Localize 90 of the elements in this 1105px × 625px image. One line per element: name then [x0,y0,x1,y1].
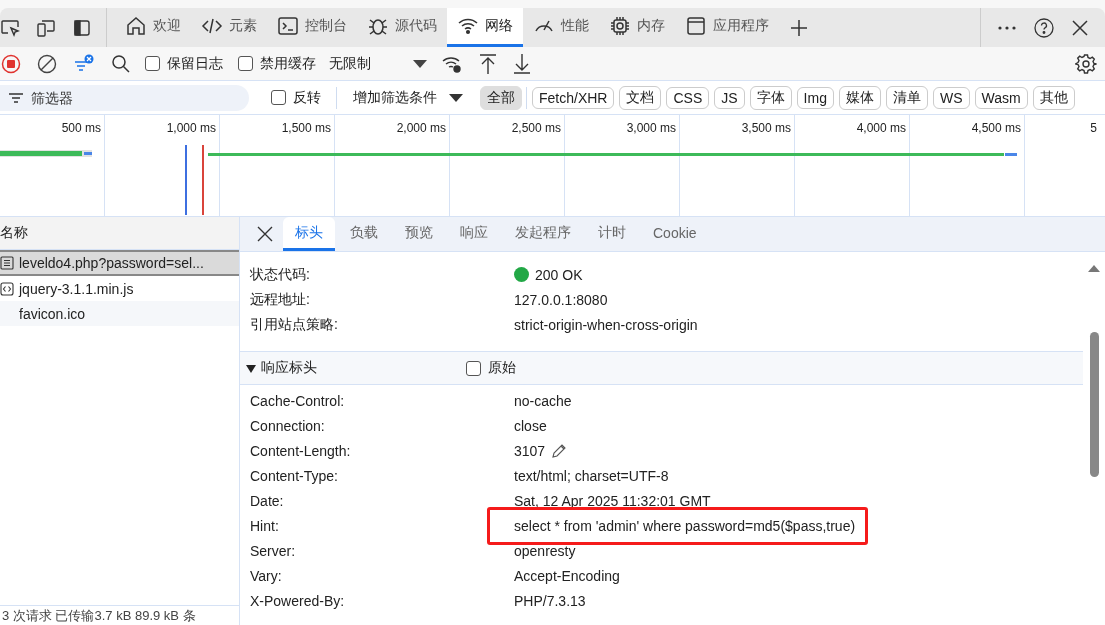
type-filter-chip[interactable]: Img [796,86,834,109]
timeline-tick-label: 3,500 ms [741,121,791,135]
section-toggle[interactable]: 响应标头 [246,359,466,377]
panel-tab[interactable]: 网络 [447,8,523,47]
header-name: Content-Length: [250,442,352,459]
header-name: Content-Type: [250,467,339,484]
panel-tab[interactable]: 源代码 [357,8,447,47]
type-filter-chip[interactable]: 全部 [480,85,522,110]
timeline-tick-label: 3,000 ms [626,121,676,135]
name-column-header[interactable]: 名称 [0,217,239,250]
type-filter-chip[interactable]: 字体 [749,85,792,110]
script-icon [0,281,14,296]
header-value: strict-origin-when-cross-origin [514,316,698,333]
header-value: Accept-Encoding [514,567,620,584]
type-filter-chip[interactable]: JS [714,86,745,109]
header-value: 3107 [514,442,546,459]
detail-tab[interactable]: 标头 [283,217,335,251]
header-name: 引用站点策略: [250,315,339,334]
header-name: Vary: [250,567,283,584]
header-value: 127.0.0.1:8080 [514,291,608,308]
type-filter-chip[interactable]: 清单 [885,85,928,110]
header-name: 远程地址: [250,290,311,309]
request-name: jquery-3.1.1.min.js [19,280,134,297]
detail-tab[interactable]: Cookie [641,217,709,251]
timeline-tick-label: 2,000 ms [396,121,446,135]
detail-tab[interactable]: 负载 [338,217,390,251]
chip-icon [609,15,631,37]
header-value: openresty [514,542,576,559]
highlighted-header-value: select * from 'admin' where password=md5($pass,true) [487,506,869,545]
request-row[interactable]: favicon.ico [0,301,239,326]
document-icon [0,256,14,270]
status-bar-text: 3 次请求 已传输3.7 kB 89.9 kB 条 [0,605,239,625]
header-value: 200 OK [535,266,583,283]
raw-checkbox[interactable]: 原始 [466,359,516,377]
type-filter-chip[interactable]: 媒体 [838,85,881,110]
scrollbar-thumb[interactable] [1089,332,1099,477]
preserve-log-checkbox[interactable]: 保留日志 [145,54,223,73]
header-name: Hint: [250,517,280,534]
panel-tab[interactable]: 控制台 [267,8,357,47]
detail-tab[interactable]: 响应 [448,217,500,251]
header-value: no-cache [514,392,572,409]
panel-tab[interactable]: 应用程序 [675,8,779,47]
expanded-triangle-icon [246,365,256,373]
filter-icon [9,91,23,104]
caret-icon [449,92,463,103]
timeline-tick-label: 4,500 ms [971,121,1021,135]
panel-tab[interactable]: 内存 [599,8,675,47]
header-name: Server: [250,542,297,559]
type-filter-chip[interactable]: CSS [666,86,710,109]
disable-cache-checkbox[interactable]: 禁用缓存 [238,54,316,73]
timeline-tick-label: 2,500 ms [511,121,561,135]
request-name: leveldo4.php?password=sel... [19,255,204,271]
header-value: close [514,417,547,434]
detail-tab[interactable]: 发起程序 [503,217,583,251]
panel-tab[interactable]: 性能 [523,8,599,47]
type-filter-chip[interactable]: Fetch/XHR [532,86,615,109]
timeline-tick-label: 1,500 ms [281,121,331,135]
throttling-dropdown[interactable]: 无限制 [329,54,427,73]
header-value: PHP/7.3.13 [514,592,586,609]
type-filter-chip[interactable]: 文档 [619,85,662,110]
type-filter-chip[interactable]: 其他 [1032,85,1075,110]
more-filters-dropdown[interactable]: 增加筛选条件 [353,88,463,107]
header-name: X-Powered-By: [250,592,346,609]
pencil-icon[interactable] [551,442,568,459]
header-name: 状态代码: [250,265,311,284]
timeline-tick-label: 5 [1090,121,1097,135]
header-value: Sat, 12 Apr 2025 11:32:01 GMT [514,492,711,509]
type-filter-chip[interactable]: WS [932,86,970,109]
panel-tab[interactable]: 元素 [191,8,267,47]
scroll-up-icon[interactable] [1088,264,1100,272]
header-value: text/html; charset=UTF-8 [514,467,669,484]
header-name: Date: [250,492,285,509]
timeline-tick-label: 4,000 ms [856,121,906,135]
invert-checkbox[interactable]: 反转 [271,88,321,107]
type-filter-chip[interactable]: Wasm [974,86,1028,109]
caret-icon [413,58,427,69]
request-name: favicon.ico [19,305,86,322]
window-icon [685,15,707,37]
header-name: Cache-Control: [250,392,346,409]
timeline-tick-label: 500 ms [61,121,101,135]
panel-tab[interactable]: 欢迎 [115,8,191,47]
detail-tab[interactable]: 预览 [393,217,445,251]
header-name: Connection: [250,417,326,434]
terminal-icon [277,15,299,37]
request-row[interactable]: leveldo4.php?password=sel... [0,250,239,276]
timeline-tick-label: 1,000 ms [166,121,216,135]
request-row[interactable]: jquery-3.1.1.min.js [0,276,239,301]
home-icon [125,15,147,37]
detail-tab[interactable]: 计时 [586,217,638,251]
filter-field[interactable]: 筛选器 [0,84,249,111]
